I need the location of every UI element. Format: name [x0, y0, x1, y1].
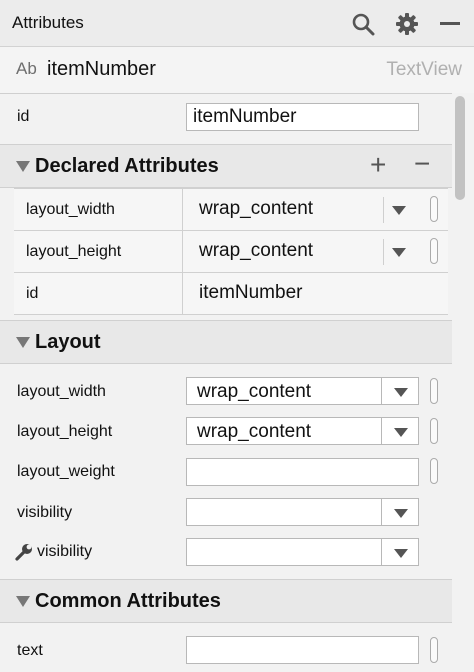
declared-attributes-table: layout_width wrap_content layout_height … [14, 188, 448, 315]
dropdown-arrow-icon[interactable] [394, 549, 408, 558]
tools-visibility-label: visibility [37, 543, 93, 560]
text-input[interactable] [186, 636, 419, 664]
table-row[interactable]: id itemNumber [14, 273, 448, 315]
add-attribute-icon[interactable]: + [370, 149, 386, 181]
gear-icon[interactable] [395, 12, 419, 36]
dropdown-arrow-icon[interactable] [394, 428, 408, 437]
resource-picker-icon[interactable] [430, 458, 438, 484]
table-row[interactable]: layout_width wrap_content [14, 189, 448, 231]
attribute-name: layout_width [26, 201, 115, 218]
remove-attribute-icon[interactable]: − [414, 148, 430, 180]
layout-height-dropdown[interactable]: wrap_content [186, 417, 419, 445]
panel-header: Attributes [0, 0, 474, 47]
id-input[interactable]: itemNumber [186, 103, 419, 131]
layout-weight-row: layout_weight [0, 452, 452, 492]
section-title: Layout [35, 331, 101, 353]
tools-visibility-row: visibility [0, 532, 452, 572]
attribute-name: id [26, 285, 39, 302]
layout-weight-input[interactable] [186, 458, 419, 486]
text-row: text [0, 631, 452, 671]
declared-attributes-header[interactable]: Declared Attributes + − [0, 144, 452, 188]
layout-header[interactable]: Layout [0, 320, 452, 364]
layout-height-label: layout_height [17, 423, 113, 440]
attribute-value[interactable]: itemNumber [199, 282, 302, 304]
scrollbar-thumb[interactable] [455, 96, 465, 200]
dropdown-arrow-icon[interactable] [394, 388, 408, 397]
layout-weight-label: layout_weight [17, 463, 115, 480]
id-value: itemNumber [193, 106, 297, 127]
layout-width-label: layout_width [17, 383, 106, 400]
dropdown-arrow-icon[interactable] [392, 206, 406, 215]
visibility-row: visibility [0, 493, 452, 533]
layout-width-dropdown[interactable]: wrap_content [186, 377, 419, 405]
dropdown-value: wrap_content [197, 381, 312, 402]
attribute-value[interactable]: wrap_content [199, 240, 313, 262]
panel-title: Attributes [12, 13, 84, 32]
component-type: TextView [386, 59, 462, 80]
visibility-dropdown[interactable] [186, 498, 419, 526]
visibility-label: visibility [17, 504, 73, 521]
text-label: text [17, 642, 43, 659]
dropdown-arrow-icon[interactable] [392, 248, 406, 257]
collapse-triangle-icon[interactable] [16, 337, 30, 348]
collapse-triangle-icon[interactable] [16, 596, 30, 607]
dropdown-value: wrap_content [197, 421, 312, 442]
resource-picker-icon[interactable] [430, 238, 438, 264]
resource-picker-icon[interactable] [430, 418, 438, 444]
wrench-icon [15, 544, 32, 561]
component-name: itemNumber [47, 58, 156, 80]
minimize-icon[interactable] [440, 22, 460, 25]
textview-badge-icon: Ab [16, 59, 37, 78]
resource-picker-icon[interactable] [430, 637, 438, 663]
attribute-name: layout_height [26, 243, 122, 260]
layout-width-row: layout_width wrap_content [0, 372, 452, 412]
resource-picker-icon[interactable] [430, 196, 438, 222]
section-title: Declared Attributes [35, 155, 219, 177]
tools-visibility-dropdown[interactable] [186, 538, 419, 566]
layout-height-row: layout_height wrap_content [0, 412, 452, 452]
id-row: id itemNumber [0, 98, 452, 138]
id-label: id [17, 108, 30, 125]
common-attributes-header[interactable]: Common Attributes [0, 579, 452, 623]
attribute-value[interactable]: wrap_content [199, 198, 313, 220]
resource-picker-icon[interactable] [430, 378, 438, 404]
search-icon[interactable] [351, 12, 375, 36]
component-header: Ab itemNumber TextView [0, 47, 474, 94]
dropdown-arrow-icon[interactable] [394, 509, 408, 518]
collapse-triangle-icon[interactable] [16, 161, 30, 172]
section-title: Common Attributes [35, 590, 221, 612]
table-row[interactable]: layout_height wrap_content [14, 231, 448, 273]
